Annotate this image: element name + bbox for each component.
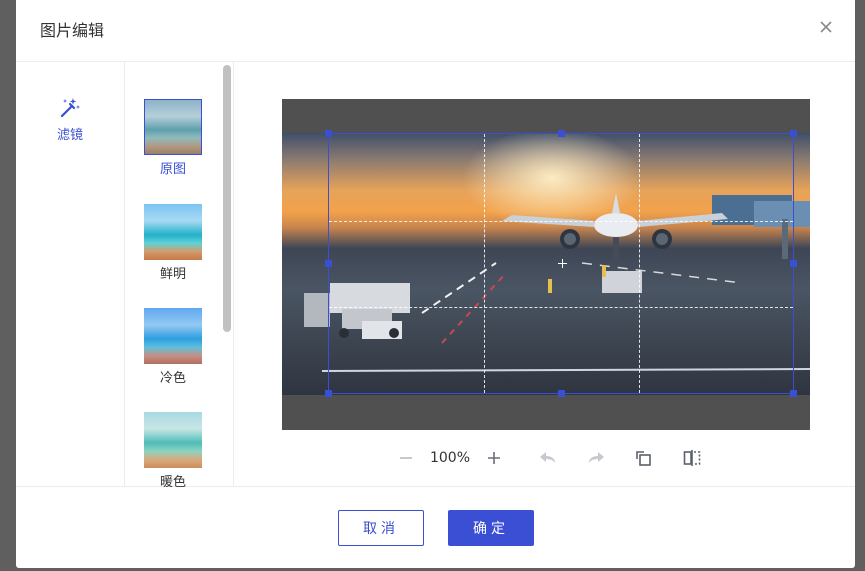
- crop-handle-bottom-left[interactable]: [325, 390, 332, 397]
- filter-thumbnail: [144, 99, 202, 155]
- zoom-out-button[interactable]: [392, 444, 420, 472]
- dialog-title: 图片编辑: [40, 21, 105, 40]
- dialog-footer: 取消 确定: [16, 488, 855, 568]
- filter-list: 原图 鲜明 冷色 暖色: [126, 62, 234, 487]
- zoom-in-button[interactable]: [480, 444, 508, 472]
- filter-item-cold[interactable]: 冷色: [143, 308, 203, 387]
- crop-handle-top-left[interactable]: [325, 130, 332, 137]
- filter-label: 暖色: [159, 475, 186, 487]
- zoom-level: 100%: [429, 450, 471, 466]
- zoom-out-icon: [400, 457, 412, 459]
- zoom-in-icon: [488, 452, 500, 464]
- magic-wand-icon: [60, 98, 80, 118]
- crop-handle-bottom[interactable]: [558, 390, 565, 397]
- flip-icon: [683, 450, 701, 466]
- filter-label: 冷色: [159, 371, 186, 386]
- redo-button[interactable]: [582, 444, 610, 472]
- undo-button[interactable]: [534, 444, 562, 472]
- crop-handle-right[interactable]: [790, 260, 797, 267]
- crop-handle-left[interactable]: [325, 260, 332, 267]
- editor-body: 滤镜 原图 鲜明 冷色 暖色 100%: [16, 62, 855, 487]
- image-toolbar: 100%: [392, 444, 706, 472]
- filter-item-original[interactable]: 原图: [143, 99, 203, 178]
- dialog-header: 图片编辑: [16, 0, 855, 62]
- crop-box[interactable]: [325, 130, 797, 397]
- filter-thumbnail: [144, 412, 202, 468]
- undo-icon: [540, 452, 555, 463]
- crop-handle-bottom-right[interactable]: [790, 390, 797, 397]
- crop-handle-top-right[interactable]: [790, 130, 797, 137]
- filter-label: 原图: [159, 162, 186, 177]
- image-edit-dialog: 图片编辑 滤镜 原图 鲜明 冷色 暖色 100% 取消 确定: [16, 0, 855, 568]
- filter-thumbnail: [144, 204, 202, 260]
- crop-center-icon: [558, 259, 567, 268]
- filter-item-warm[interactable]: 暖色: [143, 412, 203, 487]
- grid-line: [329, 307, 793, 308]
- close-icon: [820, 21, 832, 33]
- grid-line: [484, 134, 485, 393]
- grid-line: [329, 221, 793, 222]
- confirm-button[interactable]: 确定: [448, 510, 534, 546]
- filter-item-vivid[interactable]: 鲜明: [143, 204, 203, 283]
- redo-icon: [589, 452, 604, 463]
- filter-thumbnail: [144, 308, 202, 364]
- rotate-icon: [636, 451, 651, 466]
- crop-handle-top[interactable]: [558, 130, 565, 137]
- tool-filter[interactable]: 滤镜: [16, 96, 124, 148]
- tool-filter-label: 滤镜: [56, 128, 83, 143]
- cancel-button[interactable]: 取消: [338, 510, 424, 546]
- rotate-button[interactable]: [630, 444, 658, 472]
- close-button[interactable]: [815, 16, 837, 38]
- filter-list-scrollbar[interactable]: [223, 65, 231, 332]
- tool-panel: 滤镜: [16, 62, 125, 487]
- image-canvas: [282, 99, 810, 430]
- filter-label: 鲜明: [159, 267, 186, 282]
- grid-line: [639, 134, 640, 393]
- flip-button[interactable]: [678, 444, 706, 472]
- canvas-area: 100%: [235, 62, 855, 487]
